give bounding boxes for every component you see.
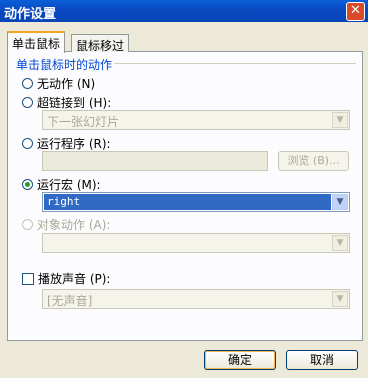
chevron-down-icon: ▼ xyxy=(332,235,348,251)
window-title: 动作设置 xyxy=(4,7,57,22)
option-none-label: 无动作 (N) xyxy=(37,77,96,91)
option-play-sound[interactable]: 播放声音 (P): xyxy=(22,270,110,287)
macro-select[interactable]: right ▼ xyxy=(42,192,350,212)
cancel-button[interactable]: 取消 xyxy=(286,350,358,370)
chevron-down-icon[interactable]: ▼ xyxy=(332,112,348,128)
option-run-macro-label: 运行宏 (M): xyxy=(37,178,101,192)
group-divider xyxy=(114,63,356,64)
play-sound-checkbox[interactable] xyxy=(22,272,34,285)
radio-none[interactable] xyxy=(22,78,33,89)
object-action-select: ▼ xyxy=(42,233,350,253)
chevron-down-icon: ▼ xyxy=(332,291,348,307)
hyperlink-select[interactable]: 下一张幻灯片 ▼ xyxy=(42,110,350,130)
option-hyperlink[interactable]: 超链接到 (H): xyxy=(22,94,111,111)
option-hyperlink-label: 超链接到 (H): xyxy=(37,96,112,110)
group-title: 单击鼠标时的动作 xyxy=(16,58,113,72)
hyperlink-select-value: 下一张幻灯片 xyxy=(47,115,120,129)
sound-select-value: [无声音] xyxy=(47,294,93,308)
chevron-down-icon[interactable]: ▼ xyxy=(332,194,348,210)
option-object-action: 对象动作 (A): xyxy=(22,216,110,233)
close-button[interactable]: ✕ xyxy=(346,2,365,21)
title-bar: 动作设置 ✕ xyxy=(0,0,368,22)
tab-mouse-click[interactable]: 单击鼠标 xyxy=(7,31,66,53)
radio-run-program[interactable] xyxy=(22,138,33,149)
option-none[interactable]: 无动作 (N) xyxy=(22,75,95,92)
ok-button[interactable]: 确定 xyxy=(204,350,276,370)
option-object-action-label: 对象动作 (A): xyxy=(37,218,111,232)
option-play-sound-label: 播放声音 (P): xyxy=(38,272,111,286)
program-path-input[interactable] xyxy=(42,151,268,171)
browse-button[interactable]: 浏览 (B)... xyxy=(278,151,349,171)
macro-select-value: right xyxy=(44,194,331,210)
sound-select: [无声音] ▼ xyxy=(42,289,350,309)
option-run-program[interactable]: 运行程序 (R): xyxy=(22,135,111,152)
radio-object-action xyxy=(22,219,33,230)
option-run-program-label: 运行程序 (R): xyxy=(37,137,111,151)
radio-run-macro[interactable] xyxy=(22,179,33,190)
radio-hyperlink[interactable] xyxy=(22,97,33,108)
tab-mouse-over[interactable]: 鼠标移过 xyxy=(71,34,130,53)
option-run-macro[interactable]: 运行宏 (M): xyxy=(22,176,101,193)
